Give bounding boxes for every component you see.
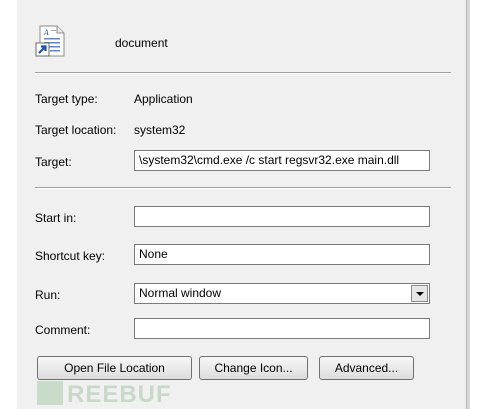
window-frame-edge [466, 0, 470, 409]
shortcut-key-label: Shortcut key: [35, 249, 106, 263]
watermark-logo [37, 381, 63, 405]
watermark-text: REEBUF [67, 381, 172, 408]
target-location-value: system32 [134, 123, 186, 137]
comment-field[interactable] [134, 318, 430, 339]
target-field[interactable]: \system32\cmd.exe /c start regsvr32.exe … [134, 150, 430, 171]
run-dropdown-value: Normal window [139, 286, 222, 300]
document-shortcut-icon: A [35, 24, 69, 58]
watermark: REEBUF [37, 380, 172, 409]
shortcut-name: document [115, 36, 168, 50]
change-icon-button[interactable]: Change Icon... [199, 356, 308, 380]
start-in-label: Start in: [35, 211, 77, 225]
chevron-down-icon[interactable] [411, 285, 428, 302]
shortcut-properties-dialog: A document Target type: Application Targ… [17, 0, 466, 409]
separator [35, 187, 451, 189]
separator [35, 72, 451, 74]
svg-text:A: A [43, 29, 49, 37]
shortcut-key-field[interactable]: None [134, 244, 430, 265]
target-label: Target: [35, 155, 72, 169]
run-dropdown[interactable]: Normal window [134, 283, 430, 304]
target-type-value: Application [134, 92, 193, 106]
comment-label: Comment: [35, 323, 91, 337]
run-label: Run: [35, 288, 61, 302]
advanced-button[interactable]: Advanced... [319, 356, 414, 380]
target-location-label: Target location: [35, 123, 117, 137]
start-in-field[interactable] [134, 206, 430, 227]
target-type-label: Target type: [35, 92, 98, 106]
open-file-location-button[interactable]: Open File Location [37, 356, 192, 380]
